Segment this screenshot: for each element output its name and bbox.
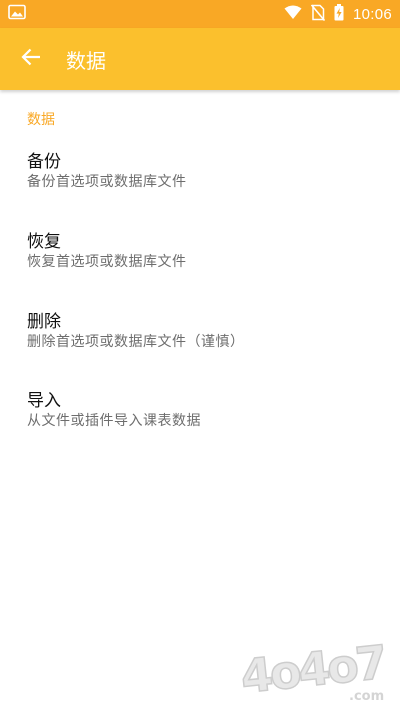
- battery-charging-icon: [334, 3, 344, 25]
- pref-title: 导入: [27, 391, 61, 411]
- pref-item-import[interactable]: 导入 从文件或插件导入课表数据: [0, 386, 400, 462]
- pref-summary: 备份首选项或数据库文件: [27, 174, 187, 190]
- status-bar: 10:06: [0, 0, 400, 28]
- watermark-logo: 4o4o7 .com: [237, 634, 392, 704]
- pref-summary: 从文件或插件导入课表数据: [27, 413, 201, 429]
- pref-summary: 删除首选项或数据库文件（谨慎）: [27, 334, 245, 350]
- pref-title: 删除: [27, 312, 61, 332]
- wifi-icon: [284, 5, 302, 24]
- section-header: 数据: [27, 112, 55, 128]
- pref-title: 备份: [27, 152, 61, 172]
- watermark-suffix: .com: [349, 689, 384, 704]
- status-right: 10:06: [284, 3, 392, 25]
- pref-item-backup[interactable]: 备份 备份首选项或数据库文件: [0, 147, 400, 223]
- pref-summary: 恢复首选项或数据库文件: [27, 254, 187, 270]
- pref-item-delete[interactable]: 删除 删除首选项或数据库文件（谨慎）: [0, 307, 400, 383]
- no-sim-icon: [310, 3, 326, 25]
- image-icon: [8, 4, 26, 24]
- status-time: 10:06: [352, 5, 392, 23]
- arrow-left-icon: [21, 48, 41, 70]
- status-left: [8, 4, 26, 24]
- pref-item-restore[interactable]: 恢复 恢复首选项或数据库文件: [0, 227, 400, 303]
- pref-title: 恢复: [27, 232, 61, 252]
- page-title: 数据: [66, 48, 106, 73]
- app-bar: 数据: [0, 28, 400, 90]
- back-button[interactable]: [0, 28, 62, 90]
